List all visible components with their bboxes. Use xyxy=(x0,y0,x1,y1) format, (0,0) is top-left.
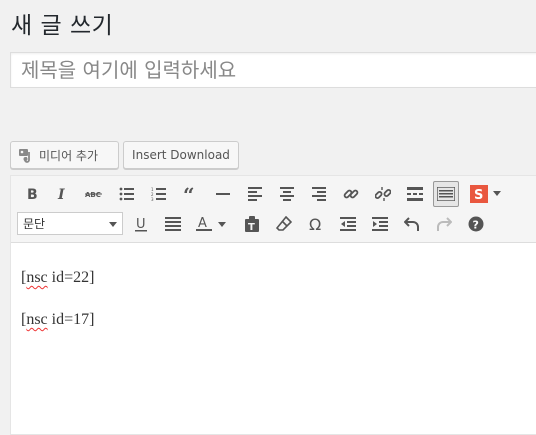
special-character-icon[interactable]: Ω xyxy=(303,211,329,237)
insert-download-label: Insert Download xyxy=(132,148,230,162)
link-icon[interactable] xyxy=(338,181,364,207)
dropdown-arrow-icon[interactable] xyxy=(489,181,505,207)
svg-text:U: U xyxy=(136,217,146,232)
svg-text:B: B xyxy=(27,187,38,201)
toolbar-toggle-icon[interactable] xyxy=(433,181,459,207)
indent-icon[interactable] xyxy=(367,211,393,237)
text-color-icon[interactable]: A xyxy=(192,211,230,237)
svg-text:?: ? xyxy=(473,219,479,232)
paste-text-icon[interactable]: T xyxy=(239,211,265,237)
align-center-icon[interactable] xyxy=(274,181,300,207)
numbered-list-icon[interactable]: 123 xyxy=(146,181,172,207)
media-icon xyxy=(18,147,34,163)
horizontal-rule-icon[interactable] xyxy=(210,181,236,207)
undo-icon[interactable] xyxy=(399,211,425,237)
read-more-icon[interactable] xyxy=(402,181,428,207)
svg-text:Ω: Ω xyxy=(309,216,321,232)
add-media-label: 미디어 추가 xyxy=(39,148,99,163)
blockquote-icon[interactable]: “ xyxy=(178,181,204,207)
svg-text:3: 3 xyxy=(151,197,154,201)
format-select-value: 문단 xyxy=(23,217,46,231)
bold-icon[interactable]: B xyxy=(19,181,45,207)
align-left-icon[interactable] xyxy=(242,181,268,207)
justify-icon[interactable] xyxy=(160,211,186,237)
align-right-icon[interactable] xyxy=(306,181,332,207)
editor-toolbar: B I ABC 123 “ S 문단 U A T Ω ? xyxy=(11,176,536,243)
redo-icon[interactable] xyxy=(431,211,457,237)
editor-content[interactable]: [nsc id=22] [nsc id=17] xyxy=(21,268,94,352)
editor: B I ABC 123 “ S 문단 U A T Ω ? [nsc id=22]… xyxy=(10,175,536,435)
add-media-button[interactable]: 미디어 추가 xyxy=(10,141,119,169)
format-select[interactable]: 문단 xyxy=(17,212,123,235)
strikethrough-icon[interactable]: ABC xyxy=(81,181,107,207)
svg-text:S: S xyxy=(474,188,483,203)
clear-formatting-icon[interactable] xyxy=(271,211,297,237)
svg-text:A: A xyxy=(198,216,207,231)
italic-icon[interactable]: I xyxy=(49,181,75,207)
post-title-input[interactable] xyxy=(10,52,536,88)
outdent-icon[interactable] xyxy=(335,211,361,237)
bullet-list-icon[interactable] xyxy=(114,181,140,207)
svg-text:“: “ xyxy=(183,187,195,201)
svg-text:ABC: ABC xyxy=(85,191,101,199)
svg-text:I: I xyxy=(57,187,65,201)
chevron-down-icon xyxy=(109,217,117,231)
insert-download-button[interactable]: Insert Download xyxy=(123,141,239,169)
help-icon[interactable]: ? xyxy=(463,211,489,237)
unlink-icon[interactable] xyxy=(370,181,396,207)
underline-icon[interactable]: U xyxy=(128,211,154,237)
svg-text:T: T xyxy=(248,222,255,232)
content-line: [nsc id=22] xyxy=(21,269,95,286)
page-title: 새 글 쓰기 xyxy=(11,13,114,39)
content-line: [nsc id=17] xyxy=(21,311,95,328)
